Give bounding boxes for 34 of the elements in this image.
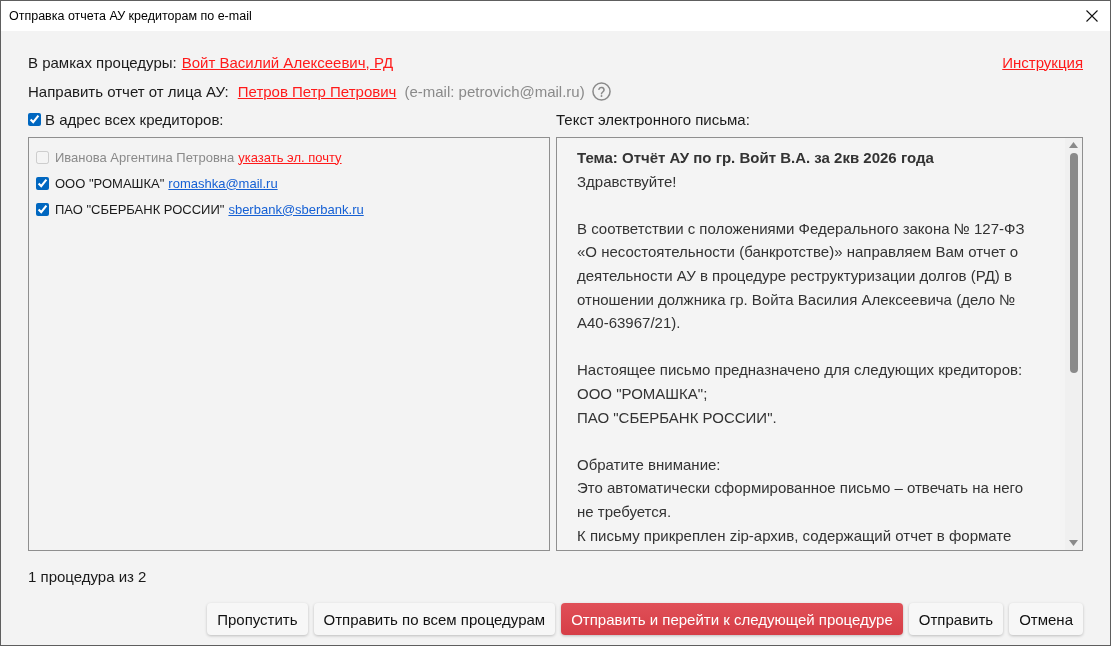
window-title: Отправка отчета АУ кредиторам по e-mail (9, 9, 252, 23)
creditor-name: ООО "РОМАШКА" (55, 175, 165, 191)
procedure-label: В рамках процедуры: (28, 53, 177, 71)
creditor-name: ПАО "СБЕРБАНК РОССИИ" (55, 201, 225, 217)
send-and-next-button[interactable]: Отправить и перейти к следующей процедуре (561, 603, 903, 635)
email-link[interactable]: sberbank@sberbank.ru (228, 201, 364, 217)
creditor-checkbox[interactable] (36, 202, 49, 216)
email-link[interactable]: romashka@mail.ru (168, 175, 278, 191)
creditor-name: Иванова Аргентина Петровна (55, 149, 235, 165)
dialog-button[interactable]: Отправить (908, 603, 1004, 635)
instruction-link[interactable]: Инструкция (1002, 53, 1083, 71)
close-icon (1086, 10, 1098, 22)
letter-paragraph: Настоящее письмо предназначено для следующих кредиторов: ООО "РОМАШКА"; ПАО "СБЕРБАНК РОССИИ". (577, 360, 1024, 428)
sender-email-note: (e-mail: petrovich@mail.ru) (404, 82, 585, 100)
scrollbar-thumb[interactable] (1069, 153, 1078, 373)
sender-label: Направить отчет от лица АУ: (28, 82, 229, 100)
dialog-button[interactable]: Пропустить (207, 603, 308, 635)
letter-subject: Тема: Отчёт АУ по гр. Войт В.А. за 2кв 2026 года (577, 148, 935, 168)
creditor-checkbox[interactable] (36, 176, 49, 190)
letter-paragraph: В соответствии с положениями Федерального закона № 127-ФЗ «О несостоятельности (банкротстве)» направляем Вам отчет о деятельности АУ в процедуре реструктуризации долгов (РД) в отношении должника гр. Войта Василия Алексеевича (дело № А40-63967/21). (577, 218, 1026, 334)
email-text-label: Текст электронного письма: (556, 110, 751, 128)
all-creditors-label: В адрес всех кредиторов: (45, 110, 224, 128)
dialog-button[interactable]: Отмена (1009, 603, 1083, 635)
letter-paragraph: Обратите внимание: Это автоматически сформированное письмо – отвечать на него не требуется. К письму прикреплен zip-архив, содержащий отчет в формате (577, 454, 1025, 546)
all-creditors-checkbox[interactable] (28, 112, 41, 126)
scroll-up-icon[interactable] (1069, 142, 1078, 148)
procedure-counter: 1 процедура из 2 (28, 567, 148, 587)
scrollbar[interactable] (1065, 138, 1082, 550)
sender-link[interactable]: Петров Петр Петрович (237, 82, 397, 100)
scroll-down-icon[interactable] (1069, 540, 1078, 546)
help-icon[interactable] (591, 81, 611, 101)
dialog-button[interactable]: Отправить по всем процедурам (313, 603, 556, 635)
letter-paragraph: Здравствуйте! (577, 171, 678, 192)
procedure-link[interactable]: Войт Василий Алексеевич, РД (181, 53, 394, 71)
